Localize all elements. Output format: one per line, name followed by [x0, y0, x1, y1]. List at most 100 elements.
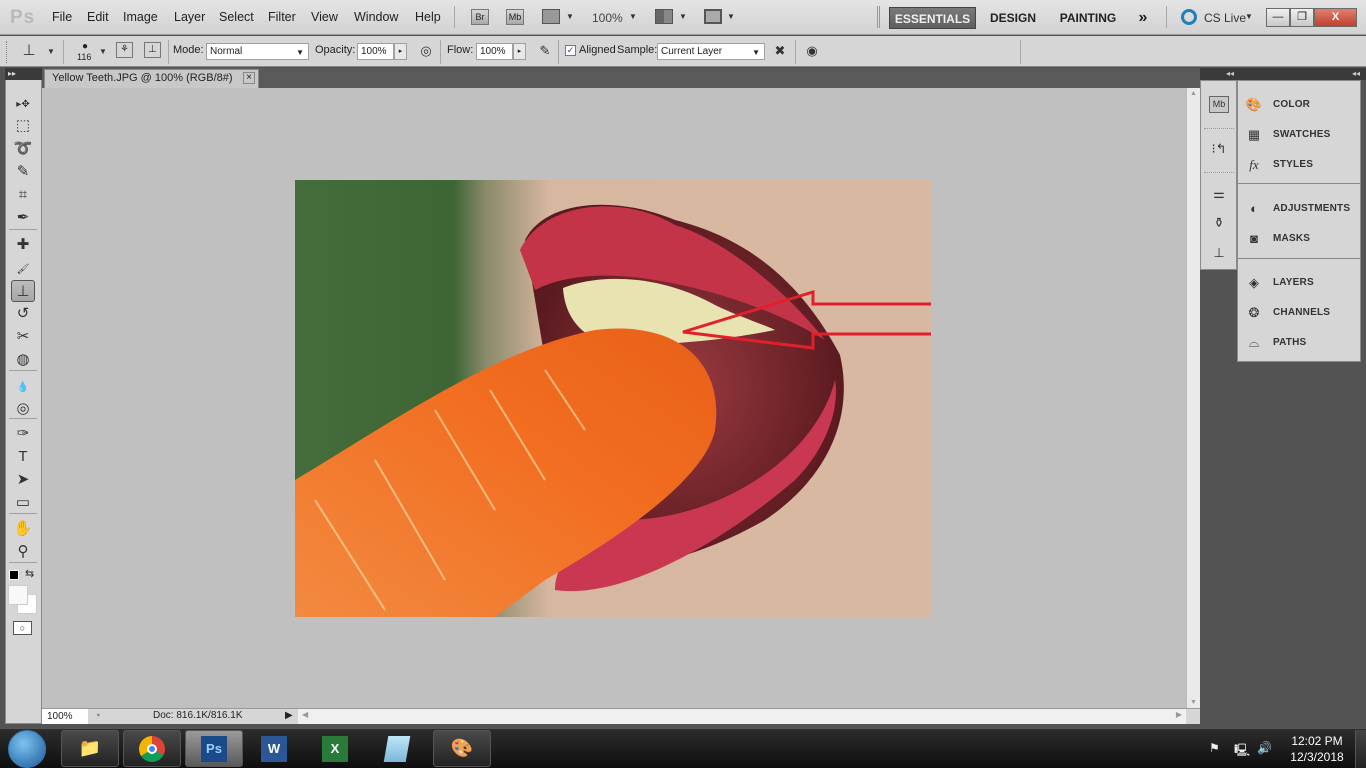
scroll-right-icon[interactable]: ▶ [1176, 710, 1182, 719]
swap-colors-icon[interactable]: ⇆ [25, 567, 34, 580]
aligned-checkbox[interactable]: ✓ [565, 45, 576, 56]
chevron-down-icon[interactable]: ▼ [629, 12, 637, 21]
panel-masks[interactable]: ◙ MASKS [1244, 228, 1359, 250]
document-image[interactable] [295, 180, 931, 617]
grip-handle[interactable] [6, 41, 9, 63]
workspace-design[interactable]: DESIGN [988, 7, 1038, 29]
path-selection-tool[interactable]: ➤ [11, 469, 35, 491]
taskbar-chrome[interactable] [123, 730, 181, 767]
marquee-tool[interactable]: ⬚ [11, 115, 35, 137]
brush-tip-icon[interactable]: ● [82, 41, 88, 52]
screen-mode-icon[interactable] [704, 9, 722, 24]
mode-select[interactable]: Normal ▼ [206, 43, 309, 60]
chevron-down-icon[interactable]: ▼ [679, 12, 687, 21]
scroll-up-icon[interactable]: ▲ [1190, 90, 1197, 97]
action-center-icon[interactable]: ⚑ [1209, 741, 1220, 755]
zoom-level-dropdown[interactable]: 100% [592, 11, 623, 25]
view-extras-icon[interactable] [542, 9, 560, 24]
taskbar-photoshop[interactable]: Ps [185, 730, 243, 767]
panel-swatches[interactable]: ▦ SWATCHES [1244, 124, 1359, 146]
zoom-level-field[interactable]: 100% [42, 709, 88, 724]
scroll-down-icon[interactable]: ▼ [1190, 699, 1197, 706]
hand-tool[interactable]: ✋ [11, 518, 35, 540]
close-button[interactable]: X [1314, 8, 1357, 27]
ignore-adjustment-layers-icon[interactable]: ✖ [770, 42, 790, 60]
type-tool[interactable]: T [11, 446, 35, 468]
taskbar-excel[interactable]: X [318, 733, 352, 765]
brush-size-label[interactable]: 116 [77, 52, 91, 62]
quick-mask-button[interactable]: ○ [13, 621, 32, 635]
eraser-tool[interactable]: ✂ [11, 326, 35, 348]
show-desktop-button[interactable] [1355, 730, 1366, 768]
eyedropper-tool[interactable]: ✒ [11, 207, 35, 229]
panel-channels[interactable]: ❂ CHANNELS [1244, 302, 1359, 324]
restore-button[interactable]: ❐ [1290, 8, 1314, 27]
opacity-slider-toggle[interactable]: ▸ [394, 43, 407, 60]
menu-image[interactable]: Image [123, 10, 158, 24]
opacity-input[interactable]: 100% [357, 43, 394, 60]
more-workspaces-button[interactable]: » [1132, 7, 1154, 29]
horizontal-scrollbar[interactable]: ◀ ▶ [298, 709, 1186, 724]
cs-live-label[interactable]: CS Live [1204, 11, 1246, 25]
history-brush-tool[interactable]: ↺ [11, 303, 35, 325]
volume-icon[interactable]: 🔊 [1257, 741, 1272, 755]
clone-source-icon[interactable]: ⊥ [1208, 242, 1230, 264]
default-colors-icon[interactable] [9, 570, 19, 580]
move-tool[interactable]: ▸✥ [11, 92, 35, 114]
menu-file[interactable]: File [52, 10, 72, 24]
shape-tool[interactable]: ▭ [11, 492, 35, 514]
brush-panel-icon[interactable]: ⚱ [1208, 212, 1230, 234]
status-menu-arrow-icon[interactable]: ▶ [285, 710, 293, 721]
chevron-down-icon[interactable]: ▼ [99, 47, 107, 56]
menu-select[interactable]: Select [219, 10, 254, 24]
workspace-painting[interactable]: PAINTING [1056, 7, 1120, 29]
system-clock[interactable]: 12:02 PM 12/3/2018 [1282, 733, 1352, 765]
chevron-down-icon[interactable]: ▼ [566, 12, 574, 21]
pen-tool[interactable]: ✑ [11, 423, 35, 445]
clone-stamp-tool[interactable]: ⊥ [11, 280, 35, 302]
taskbar-paint[interactable]: 🎨 [433, 730, 491, 767]
close-document-icon[interactable]: × [243, 72, 255, 84]
arrange-documents-icon[interactable] [655, 9, 673, 24]
toolbox-collapse-button[interactable]: ▸▸ [5, 68, 42, 80]
clone-stamp-preset-icon[interactable]: ⊥ [19, 42, 39, 60]
flow-input[interactable]: 100% [476, 43, 513, 60]
chevron-down-icon[interactable]: ▼ [1245, 12, 1253, 21]
blur-tool[interactable]: 💧 [11, 375, 35, 397]
menu-filter[interactable]: Filter [268, 10, 296, 24]
tablet-pressure-size-icon[interactable]: ◉ [802, 42, 822, 60]
status-info-icon[interactable]: ◔ [94, 710, 101, 722]
scroll-left-icon[interactable]: ◀ [302, 710, 308, 719]
flow-slider-toggle[interactable]: ▸ [513, 43, 526, 60]
menu-window[interactable]: Window [354, 10, 398, 24]
menu-layer[interactable]: Layer [174, 10, 205, 24]
panel-layers[interactable]: ◈ LAYERS [1244, 272, 1359, 294]
quick-selection-tool[interactable]: ✎ [11, 161, 35, 183]
vertical-scrollbar[interactable]: ▲ ▼ [1186, 88, 1200, 708]
menu-view[interactable]: View [311, 10, 338, 24]
airbrush-icon[interactable]: ✎ [535, 42, 555, 60]
paint-bucket-tool[interactable]: ◍ [11, 349, 35, 371]
lasso-tool[interactable]: ➰ [11, 138, 35, 160]
mini-bridge-panel-icon[interactable]: Mb [1209, 96, 1229, 113]
collapse-icon[interactable]: ◂◂ [1226, 69, 1234, 78]
panel-paths[interactable]: ⌓ PATHS [1244, 332, 1359, 354]
minimize-button[interactable]: — [1266, 8, 1290, 27]
start-button[interactable] [8, 730, 46, 768]
foreground-color-swatch[interactable] [8, 585, 28, 605]
cs-live-icon[interactable] [1181, 9, 1197, 25]
menu-help[interactable]: Help [415, 10, 441, 24]
document-tab[interactable]: Yellow Teeth.JPG @ 100% (RGB/8#) × [44, 69, 259, 88]
mini-bridge-button[interactable]: Mb [506, 9, 524, 25]
chevron-down-icon[interactable]: ▼ [47, 47, 55, 56]
sample-select[interactable]: Current Layer ▼ [657, 43, 765, 60]
brush-tool[interactable]: 🖌 [11, 257, 35, 279]
brush-panel-icon[interactable]: ⚘ [116, 42, 133, 58]
panel-styles[interactable]: fx STYLES [1244, 154, 1359, 176]
clone-source-panel-icon[interactable]: ⊥ [144, 42, 161, 58]
menu-edit[interactable]: Edit [87, 10, 109, 24]
workspace-essentials[interactable]: ESSENTIALS [889, 7, 976, 29]
zoom-tool[interactable]: ⚲ [11, 541, 35, 563]
tablet-pressure-opacity-icon[interactable]: ◎ [416, 42, 436, 60]
brush-presets-icon[interactable]: ⚌ [1208, 183, 1230, 205]
